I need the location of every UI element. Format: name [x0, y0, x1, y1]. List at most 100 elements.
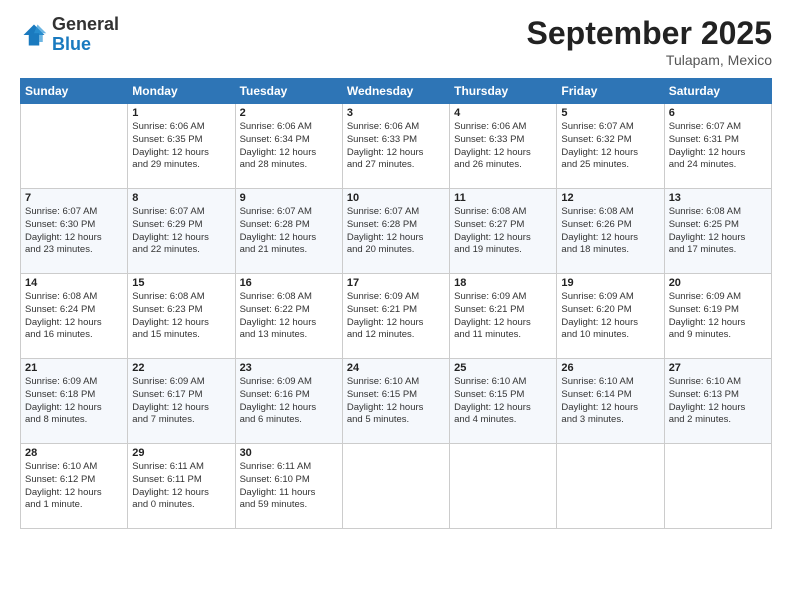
calendar-table: SundayMondayTuesdayWednesdayThursdayFrid… — [20, 78, 772, 529]
day-number: 27 — [669, 362, 767, 374]
day-info: Sunrise: 6:07 AM Sunset: 6:32 PM Dayligh… — [561, 121, 659, 172]
day-number: 12 — [561, 192, 659, 204]
day-info: Sunrise: 6:09 AM Sunset: 6:18 PM Dayligh… — [25, 376, 123, 427]
day-cell — [557, 444, 664, 529]
col-header-monday: Monday — [128, 79, 235, 104]
week-row-4: 21 Sunrise: 6:09 AM Sunset: 6:18 PM Dayli… — [21, 359, 772, 444]
day-number: 23 — [240, 362, 338, 374]
day-cell: 6Sunrise: 6:07 AM Sunset: 6:31 PM Daylig… — [664, 104, 771, 189]
day-info: Sunrise: 6:09 AM Sunset: 6:20 PM Dayligh… — [561, 291, 659, 342]
header-row: SundayMondayTuesdayWednesdayThursdayFrid… — [21, 79, 772, 104]
day-number: 21 — [25, 362, 123, 374]
day-number: 1 — [132, 107, 230, 119]
day-info: Sunrise: 6:10 AM Sunset: 6:12 PM Dayligh… — [25, 461, 123, 512]
day-number: 10 — [347, 192, 445, 204]
day-cell: 22Sunrise: 6:09 AM Sunset: 6:17 PM Dayli… — [128, 359, 235, 444]
day-info: Sunrise: 6:07 AM Sunset: 6:28 PM Dayligh… — [347, 206, 445, 257]
logo-general: General — [52, 14, 119, 34]
day-info: Sunrise: 6:11 AM Sunset: 6:10 PM Dayligh… — [240, 461, 338, 512]
day-number: 30 — [240, 447, 338, 459]
day-info: Sunrise: 6:06 AM Sunset: 6:35 PM Dayligh… — [132, 121, 230, 172]
day-cell: 10 Sunrise: 6:07 AM Sunset: 6:28 PM Dayli… — [342, 189, 449, 274]
day-number: 3 — [347, 107, 445, 119]
day-cell: 16 Sunrise: 6:08 AM Sunset: 6:22 PM Dayli… — [235, 274, 342, 359]
day-cell: 5 Sunrise: 6:07 AM Sunset: 6:32 PM Daylig… — [557, 104, 664, 189]
day-cell: 17 Sunrise: 6:09 AM Sunset: 6:21 PM Dayli… — [342, 274, 449, 359]
day-number: 16 — [240, 277, 338, 289]
day-cell: 29Sunrise: 6:11 AM Sunset: 6:11 PM Dayli… — [128, 444, 235, 529]
day-number: 25 — [454, 362, 552, 374]
month-title: September 2025 — [527, 15, 772, 52]
title-block: September 2025 Tulapam, Mexico — [527, 15, 772, 68]
header: General Blue September 2025 Tulapam, Mex… — [20, 15, 772, 68]
col-header-saturday: Saturday — [664, 79, 771, 104]
day-cell: 25 Sunrise: 6:10 AM Sunset: 6:15 PM Dayli… — [450, 359, 557, 444]
day-info: Sunrise: 6:09 AM Sunset: 6:16 PM Dayligh… — [240, 376, 338, 427]
week-row-2: 7 Sunrise: 6:07 AM Sunset: 6:30 PM Daylig… — [21, 189, 772, 274]
day-cell: 15 Sunrise: 6:08 AM Sunset: 6:23 PM Dayli… — [128, 274, 235, 359]
day-number: 14 — [25, 277, 123, 289]
day-cell: 13Sunrise: 6:08 AM Sunset: 6:25 PM Dayli… — [664, 189, 771, 274]
day-number: 5 — [561, 107, 659, 119]
day-info: Sunrise: 6:08 AM Sunset: 6:26 PM Dayligh… — [561, 206, 659, 257]
day-cell: 18Sunrise: 6:09 AM Sunset: 6:21 PM Dayli… — [450, 274, 557, 359]
day-number: 8 — [132, 192, 230, 204]
day-cell: 27 Sunrise: 6:10 AM Sunset: 6:13 PM Dayli… — [664, 359, 771, 444]
day-info: Sunrise: 6:10 AM Sunset: 6:15 PM Dayligh… — [347, 376, 445, 427]
day-number: 13 — [669, 192, 767, 204]
day-info: Sunrise: 6:08 AM Sunset: 6:24 PM Dayligh… — [25, 291, 123, 342]
logo: General Blue — [20, 15, 119, 55]
day-number: 29 — [132, 447, 230, 459]
week-row-3: 14 Sunrise: 6:08 AM Sunset: 6:24 PM Dayli… — [21, 274, 772, 359]
day-info: Sunrise: 6:08 AM Sunset: 6:22 PM Dayligh… — [240, 291, 338, 342]
location: Tulapam, Mexico — [527, 52, 772, 68]
day-number: 2 — [240, 107, 338, 119]
day-info: Sunrise: 6:10 AM Sunset: 6:15 PM Dayligh… — [454, 376, 552, 427]
col-header-thursday: Thursday — [450, 79, 557, 104]
day-info: Sunrise: 6:09 AM Sunset: 6:17 PM Dayligh… — [132, 376, 230, 427]
day-number: 15 — [132, 277, 230, 289]
day-info: Sunrise: 6:08 AM Sunset: 6:27 PM Dayligh… — [454, 206, 552, 257]
day-info: Sunrise: 6:09 AM Sunset: 6:21 PM Dayligh… — [347, 291, 445, 342]
day-info: Sunrise: 6:08 AM Sunset: 6:23 PM Dayligh… — [132, 291, 230, 342]
day-cell: 7 Sunrise: 6:07 AM Sunset: 6:30 PM Daylig… — [21, 189, 128, 274]
day-info: Sunrise: 6:09 AM Sunset: 6:21 PM Dayligh… — [454, 291, 552, 342]
logo-text: General Blue — [52, 15, 119, 55]
day-cell: 12 Sunrise: 6:08 AM Sunset: 6:26 PM Dayli… — [557, 189, 664, 274]
day-number: 26 — [561, 362, 659, 374]
day-number: 28 — [25, 447, 123, 459]
day-cell: 2 Sunrise: 6:06 AM Sunset: 6:34 PM Daylig… — [235, 104, 342, 189]
week-row-1: 1 Sunrise: 6:06 AM Sunset: 6:35 PM Daylig… — [21, 104, 772, 189]
logo-icon — [20, 21, 48, 49]
day-cell — [342, 444, 449, 529]
day-info: Sunrise: 6:07 AM Sunset: 6:30 PM Dayligh… — [25, 206, 123, 257]
day-number: 9 — [240, 192, 338, 204]
day-cell: 9 Sunrise: 6:07 AM Sunset: 6:28 PM Daylig… — [235, 189, 342, 274]
day-cell: 8Sunrise: 6:07 AM Sunset: 6:29 PM Daylig… — [128, 189, 235, 274]
day-cell: 24Sunrise: 6:10 AM Sunset: 6:15 PM Dayli… — [342, 359, 449, 444]
day-number: 11 — [454, 192, 552, 204]
day-info: Sunrise: 6:06 AM Sunset: 6:33 PM Dayligh… — [454, 121, 552, 172]
day-info: Sunrise: 6:10 AM Sunset: 6:14 PM Dayligh… — [561, 376, 659, 427]
day-info: Sunrise: 6:06 AM Sunset: 6:33 PM Dayligh… — [347, 121, 445, 172]
week-row-5: 28 Sunrise: 6:10 AM Sunset: 6:12 PM Dayli… — [21, 444, 772, 529]
day-cell — [664, 444, 771, 529]
day-cell — [21, 104, 128, 189]
logo-blue: Blue — [52, 34, 91, 54]
day-cell: 14 Sunrise: 6:08 AM Sunset: 6:24 PM Dayli… — [21, 274, 128, 359]
day-info: Sunrise: 6:06 AM Sunset: 6:34 PM Dayligh… — [240, 121, 338, 172]
col-header-sunday: Sunday — [21, 79, 128, 104]
day-cell — [450, 444, 557, 529]
day-cell: 26 Sunrise: 6:10 AM Sunset: 6:14 PM Dayli… — [557, 359, 664, 444]
day-cell: 30 Sunrise: 6:11 AM Sunset: 6:10 PM Dayli… — [235, 444, 342, 529]
day-info: Sunrise: 6:07 AM Sunset: 6:28 PM Dayligh… — [240, 206, 338, 257]
day-cell: 23 Sunrise: 6:09 AM Sunset: 6:16 PM Dayli… — [235, 359, 342, 444]
day-cell: 4 Sunrise: 6:06 AM Sunset: 6:33 PM Daylig… — [450, 104, 557, 189]
col-header-wednesday: Wednesday — [342, 79, 449, 104]
day-info: Sunrise: 6:10 AM Sunset: 6:13 PM Dayligh… — [669, 376, 767, 427]
day-number: 4 — [454, 107, 552, 119]
day-number: 17 — [347, 277, 445, 289]
day-number: 7 — [25, 192, 123, 204]
day-cell: 19Sunrise: 6:09 AM Sunset: 6:20 PM Dayli… — [557, 274, 664, 359]
day-cell: 1 Sunrise: 6:06 AM Sunset: 6:35 PM Daylig… — [128, 104, 235, 189]
